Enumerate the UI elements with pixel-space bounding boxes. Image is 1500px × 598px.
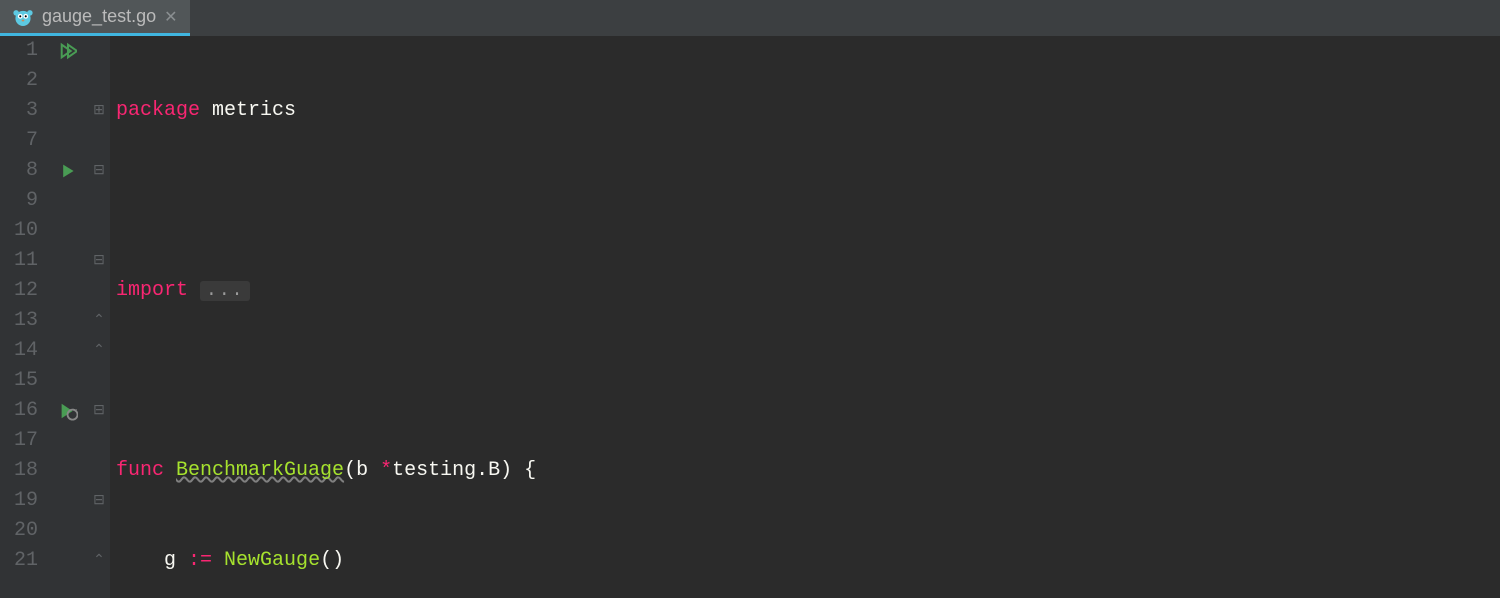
- fold-end-icon[interactable]: ⌃: [88, 336, 110, 366]
- line-number: 11: [0, 246, 38, 276]
- file-tab[interactable]: gauge_test.go ✕: [0, 0, 190, 36]
- fold-expand-icon[interactable]: ⊞: [88, 96, 110, 126]
- run-test-with-coverage-icon[interactable]: [48, 396, 88, 426]
- line-number: 20: [0, 516, 38, 546]
- fold-end-icon[interactable]: ⌃: [88, 306, 110, 336]
- line-number: 21: [0, 546, 38, 576]
- line-number: 8: [0, 156, 38, 186]
- line-number: 9: [0, 186, 38, 216]
- fold-collapse-icon[interactable]: ⊟: [88, 396, 110, 426]
- code-line[interactable]: g := NewGauge(): [116, 546, 1500, 576]
- go-file-icon: [12, 6, 34, 28]
- fold-gutter: ⊞ ⊟ ⊟ ⌃ ⌃ ⊟ ⊟ ⌃: [88, 36, 110, 598]
- run-file-icon[interactable]: [48, 36, 88, 66]
- code-line[interactable]: import ...: [116, 276, 1500, 306]
- code-line[interactable]: [116, 186, 1500, 216]
- tab-close-icon[interactable]: ✕: [164, 7, 177, 27]
- run-test-icon[interactable]: [48, 156, 88, 186]
- line-number: 16: [0, 396, 38, 426]
- code-line[interactable]: func BenchmarkGuage(b *testing.B) {: [116, 456, 1500, 486]
- tab-bar: gauge_test.go ✕: [0, 0, 1500, 36]
- line-number: 17: [0, 426, 38, 456]
- line-number: 18: [0, 456, 38, 486]
- code-editor[interactable]: 1 2 3 7 8 9 10 11 12 13 14 15 16 17 18 1…: [0, 36, 1500, 598]
- line-number: 10: [0, 216, 38, 246]
- line-number: 2: [0, 66, 38, 96]
- fold-collapse-icon[interactable]: ⊟: [88, 486, 110, 516]
- fold-collapse-icon[interactable]: ⊟: [88, 156, 110, 186]
- run-gutter: [48, 36, 88, 598]
- code-line[interactable]: [116, 366, 1500, 396]
- folded-import-block[interactable]: ...: [200, 281, 250, 301]
- line-number: 3: [0, 96, 38, 126]
- line-number: 7: [0, 126, 38, 156]
- code-line[interactable]: package metrics: [116, 96, 1500, 126]
- line-number: 15: [0, 366, 38, 396]
- line-number: 13: [0, 306, 38, 336]
- tab-filename: gauge_test.go: [42, 6, 156, 27]
- fold-collapse-icon[interactable]: ⊟: [88, 246, 110, 276]
- line-number: 19: [0, 486, 38, 516]
- line-number: 1: [0, 36, 38, 66]
- line-number: 14: [0, 336, 38, 366]
- code-body[interactable]: package metrics import ... func Benchmar…: [110, 36, 1500, 598]
- line-number-gutter: 1 2 3 7 8 9 10 11 12 13 14 15 16 17 18 1…: [0, 36, 48, 598]
- line-number: 12: [0, 276, 38, 306]
- fold-end-icon[interactable]: ⌃: [88, 546, 110, 576]
